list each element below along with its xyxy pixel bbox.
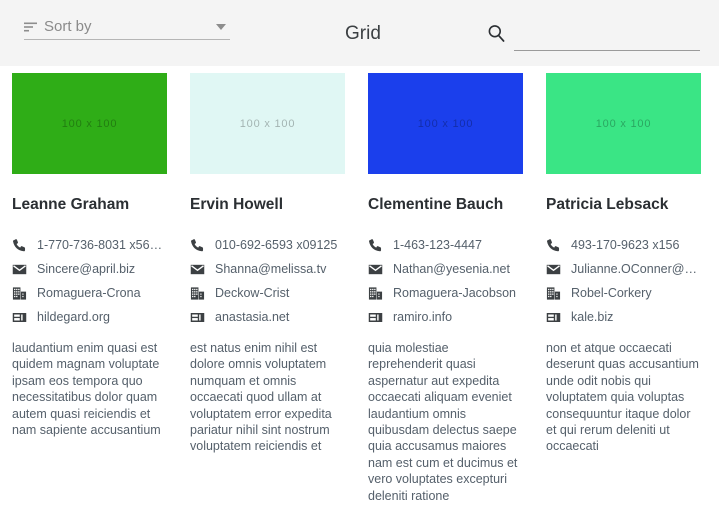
email-value: Shanna@melissa.tv [215, 262, 327, 276]
phone-icon [547, 239, 560, 252]
company-value: Deckow-Crist [215, 286, 290, 300]
phone-value: 1-463-123-4447 [393, 238, 482, 252]
search-box[interactable] [487, 22, 700, 51]
building-icon [12, 287, 27, 300]
website-value: anastasia.net [215, 310, 290, 324]
website-value: kale.biz [571, 310, 614, 324]
user-card[interactable]: 100 x 100 Patricia Lebsack 493-170-9623 … [534, 73, 712, 455]
card-grid: 100 x 100 Leanne Graham 1-770-736-8031 x… [0, 66, 719, 505]
building-icon [546, 287, 561, 300]
card-meta-list: 1-770-736-8031 x56442 Sincere@april.biz [12, 235, 166, 328]
meta-row-phone: 493-170-9623 x156 [546, 235, 700, 256]
phone-value: 493-170-9623 x156 [571, 238, 680, 252]
card-meta-list: 493-170-9623 x156 Julianne.OConner@kory.… [546, 235, 700, 328]
page-title: Grid [345, 23, 381, 44]
email-value: Nathan@yesenia.net [393, 262, 510, 276]
meta-row-company: Romaguera-Jacobson [368, 283, 522, 304]
company-value: Robel-Corkery [571, 286, 652, 300]
email-value: Sincere@april.biz [37, 262, 136, 276]
card-body-text: est natus enim nihil est dolore omnis vo… [190, 341, 332, 454]
meta-row-email: Julianne.OConner@kory.org [546, 259, 700, 280]
sort-by-select[interactable]: Sort by [24, 18, 230, 40]
web-card-icon [546, 313, 561, 322]
website-value: hildegard.org [37, 310, 110, 324]
card-thumbnail: 100 x 100 [546, 73, 701, 174]
meta-row-website: anastasia.net [190, 307, 344, 328]
website-value: ramiro.info [393, 310, 453, 324]
meta-row-company: Deckow-Crist [190, 283, 344, 304]
meta-row-email: Sincere@april.biz [12, 259, 166, 280]
card-meta-list: 010-692-6593 x09125 Shanna@melissa.tv De… [190, 235, 344, 328]
building-icon [368, 287, 383, 300]
user-card[interactable]: 100 x 100 Clementine Bauch 1-463-123-444… [356, 73, 534, 505]
phone-icon [191, 239, 204, 252]
sort-icon [24, 22, 37, 32]
card-title: Clementine Bauch [368, 196, 504, 213]
meta-row-website: hildegard.org [12, 307, 166, 328]
phone-icon [369, 239, 382, 252]
meta-row-website: ramiro.info [368, 307, 522, 328]
search-input[interactable] [514, 31, 700, 51]
card-title: Leanne Graham [12, 196, 130, 213]
meta-row-website: kale.biz [546, 307, 700, 328]
phone-icon [13, 239, 26, 252]
card-body-text: quia molestiae reprehenderit quasi asper… [368, 341, 518, 503]
sort-by-label: Sort by [44, 18, 92, 35]
meta-row-phone: 1-463-123-4447 [368, 235, 522, 256]
card-thumbnail: 100 x 100 [12, 73, 167, 174]
meta-row-phone: 010-692-6593 x09125 [190, 235, 344, 256]
search-icon[interactable] [487, 24, 506, 43]
card-thumbnail: 100 x 100 [368, 73, 523, 174]
envelope-icon [12, 264, 27, 275]
phone-value: 010-692-6593 x09125 [215, 238, 338, 252]
meta-row-company: Romaguera-Crona [12, 283, 166, 304]
card-meta-list: 1-463-123-4447 Nathan@yesenia.net Romagu… [368, 235, 522, 328]
card-body-text: non et atque occaecati deserunt quas acc… [546, 341, 699, 454]
card-body-text: laudantium enim quasi est quidem magnam … [12, 341, 161, 438]
user-card[interactable]: 100 x 100 Ervin Howell 010-692-6593 x091… [178, 73, 356, 455]
meta-row-email: Shanna@melissa.tv [190, 259, 344, 280]
user-card[interactable]: 100 x 100 Leanne Graham 1-770-736-8031 x… [0, 73, 178, 439]
building-icon [190, 287, 205, 300]
web-card-icon [368, 313, 383, 322]
chevron-down-icon[interactable] [216, 24, 226, 30]
card-title: Ervin Howell [190, 196, 284, 213]
toolbar: Sort by Grid [0, 0, 719, 66]
email-value: Julianne.OConner@kory.org [571, 262, 700, 276]
envelope-icon [190, 264, 205, 275]
meta-row-phone: 1-770-736-8031 x56442 [12, 235, 166, 256]
company-value: Romaguera-Jacobson [393, 286, 516, 300]
envelope-icon [368, 264, 383, 275]
card-title: Patricia Lebsack [546, 196, 669, 213]
meta-row-company: Robel-Corkery [546, 283, 700, 304]
envelope-icon [546, 264, 561, 275]
meta-row-email: Nathan@yesenia.net [368, 259, 522, 280]
web-card-icon [190, 313, 205, 322]
phone-value: 1-770-736-8031 x56442 [37, 238, 166, 252]
card-thumbnail: 100 x 100 [190, 73, 345, 174]
company-value: Romaguera-Crona [37, 286, 141, 300]
web-card-icon [12, 313, 27, 322]
